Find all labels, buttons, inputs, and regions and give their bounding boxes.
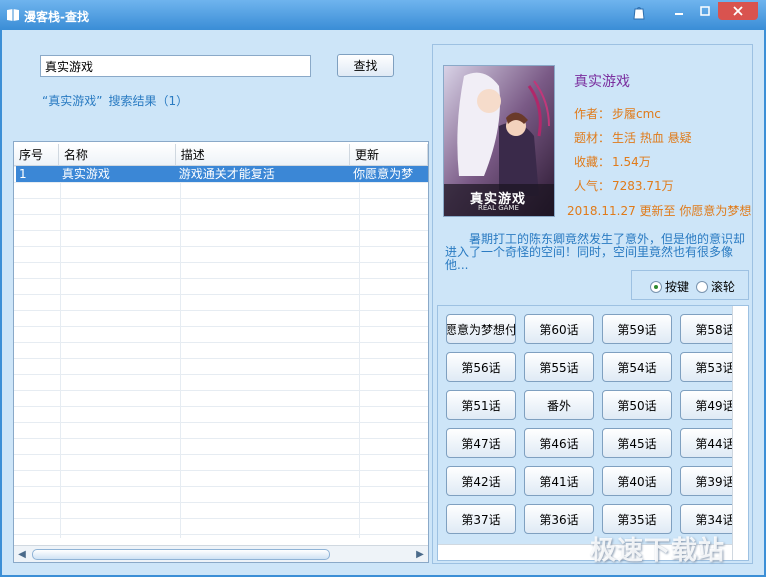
chapter-button[interactable]: 第37话 (446, 504, 516, 534)
popularity-info: 人气： 7283.71万 (574, 177, 674, 194)
row-index: 1 (19, 167, 27, 181)
popularity-value: 7283.71万 (612, 179, 674, 193)
chapter-button[interactable]: 第36话 (524, 504, 594, 534)
chapter-button[interactable]: 第56话 (446, 352, 516, 382)
column-header-index[interactable]: 序号 (14, 144, 59, 166)
radio-selected-icon (650, 280, 662, 293)
list-header: 序号 名称 描述 更新 (14, 144, 428, 166)
chapter-button[interactable]: 第55话 (524, 352, 594, 382)
mode-radio-keys[interactable]: 按键 (650, 278, 689, 295)
search-button[interactable]: 查找 (337, 54, 394, 77)
chapter-button[interactable]: 第51话 (446, 390, 516, 420)
table-row[interactable]: 1 真实游戏 游戏通关才能复活 你愿意为梦 (16, 166, 428, 182)
result-count: 搜索结果（1） (108, 94, 189, 108)
scrollbar-thumb[interactable] (32, 549, 330, 560)
watermark: 极速下载站 (590, 536, 726, 566)
row-description: 游戏通关才能复活 (178, 167, 275, 181)
theme-value: 生活 热血 悬疑 (612, 131, 692, 145)
result-query: “真实游戏” (42, 94, 103, 108)
cover-subtitle: REAL GAME (478, 204, 519, 212)
minimize-button[interactable] (666, 2, 692, 20)
scroll-mode-selector: 按键 滚轮 (631, 270, 749, 300)
app-window: 漫客栈-查找 查找 “真实游戏” 搜索结果（1） 序号 名称 描述 更新 (0, 0, 766, 577)
title-bar[interactable]: 漫客栈-查找 (0, 0, 766, 30)
comic-title: 真实游戏 (574, 74, 630, 90)
result-list[interactable]: 序号 名称 描述 更新 1 真实游戏 游戏通关才能复活 你愿意为梦 ◀ ▶ (13, 141, 429, 563)
chapter-button[interactable]: 第41话 (524, 466, 594, 496)
column-header-name[interactable]: 名称 (59, 144, 176, 166)
maximize-button[interactable] (692, 2, 718, 20)
scroll-right-icon[interactable]: ▶ (412, 547, 428, 562)
chapter-button[interactable]: 番外 (524, 390, 594, 420)
search-input[interactable] (40, 55, 311, 77)
client-area: 查找 “真实游戏” 搜索结果（1） 序号 名称 描述 更新 1 真实游戏 游戏通关… (2, 30, 764, 575)
chapter-grid: 你愿意为梦想付出第60话第59话第58话第56话第55话第54话第53话第51话… (437, 305, 749, 561)
chapter-button[interactable]: 第45话 (602, 428, 672, 458)
favorites-info: 收藏： 1.54万 (574, 153, 651, 170)
column-header-description[interactable]: 描述 (176, 144, 351, 166)
chapter-button[interactable]: 第46话 (524, 428, 594, 458)
chapter-button[interactable]: 第40话 (602, 466, 672, 496)
horizontal-scrollbar[interactable]: ◀ ▶ (14, 545, 428, 562)
popularity-label: 人气： (574, 179, 611, 193)
theme-info: 题材： 生活 热血 悬疑 (574, 129, 692, 146)
comic-detail-panel: 真实游戏 REAL GAME 真实游戏 作者： 步履cmc 题材： 生活 热血 悬疑… (432, 44, 753, 564)
column-header-update[interactable]: 更新 (350, 144, 428, 166)
favorites-value: 1.54万 (612, 155, 651, 169)
chapter-button[interactable]: 第60话 (524, 314, 594, 344)
comic-cover: 真实游戏 REAL GAME (443, 65, 555, 217)
chapter-button[interactable]: 第54话 (602, 352, 672, 382)
author-label: 作者： (574, 107, 611, 121)
list-body (14, 166, 428, 538)
chapter-button[interactable]: 第59话 (602, 314, 672, 344)
window-title: 漫客栈-查找 (24, 10, 89, 24)
favorites-label: 收藏： (574, 155, 611, 169)
mode-radio-wheel[interactable]: 滚轮 (696, 278, 735, 295)
app-icon (7, 9, 19, 21)
author-value: 步履cmc (612, 107, 661, 121)
scroll-left-icon[interactable]: ◀ (14, 547, 30, 562)
search-result-summary: “真实游戏” 搜索结果（1） (42, 92, 194, 109)
author-info: 作者： 步履cmc (574, 105, 661, 122)
update-status: 2018.11.27 更新至 你愿意为梦想付 (567, 204, 752, 218)
skin-icon[interactable] (628, 4, 650, 22)
close-button[interactable] (718, 2, 758, 20)
radio-unselected-icon (696, 280, 708, 293)
chapter-button[interactable]: 第50话 (602, 390, 672, 420)
chapter-vertical-scrollbar[interactable] (732, 306, 748, 560)
theme-label: 题材： (574, 131, 611, 145)
row-update: 你愿意为梦 (353, 167, 414, 181)
row-name: 真实游戏 (61, 167, 110, 181)
chapter-button[interactable]: 第47话 (446, 428, 516, 458)
chapter-button[interactable]: 你愿意为梦想付出 (446, 314, 516, 344)
chapter-button[interactable]: 第42话 (446, 466, 516, 496)
comic-description: 暑期打工的陈东卿竟然发生了意外，但是他的意识却进入了一个奇怪的空间！同时，空间里… (445, 233, 746, 271)
